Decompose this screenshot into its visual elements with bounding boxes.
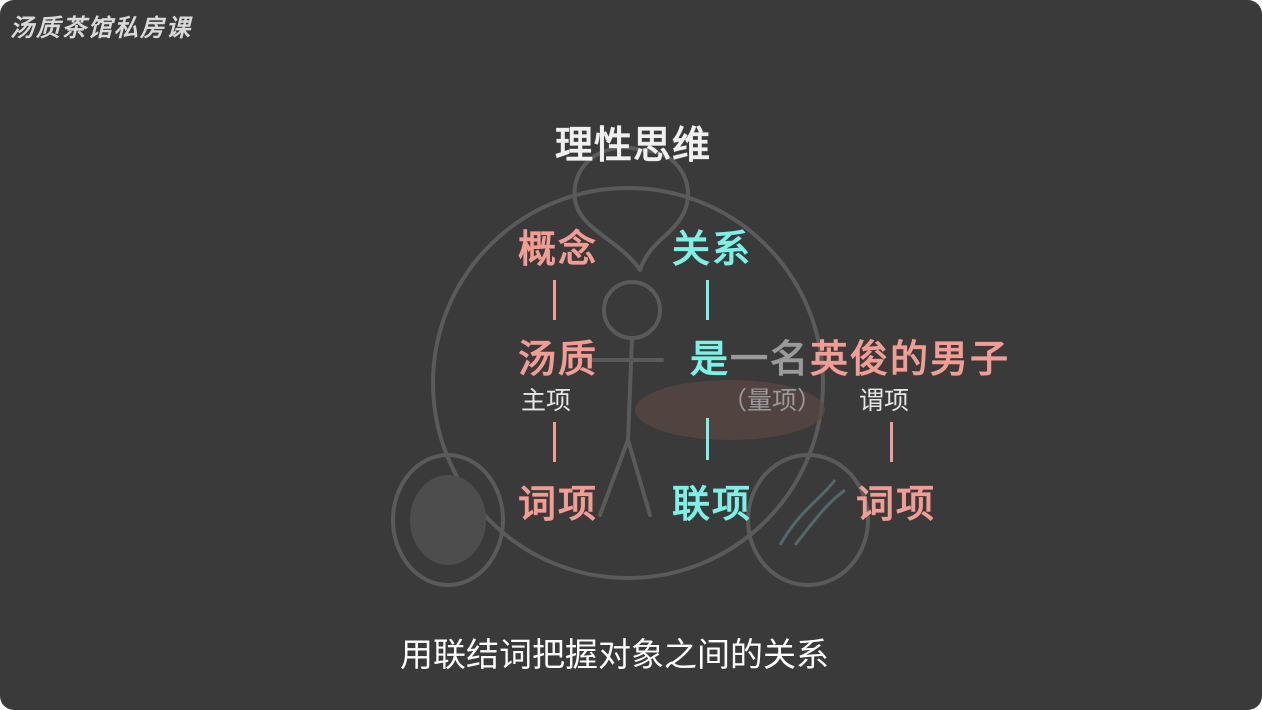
channel-watermark: 汤质茶馆私房课 xyxy=(10,14,192,42)
term-left-label: 词项 xyxy=(518,482,599,526)
quantifier-word: 一名 xyxy=(730,337,811,381)
head-circle xyxy=(602,280,662,340)
term-right-label: 词项 xyxy=(856,482,937,526)
connector-line xyxy=(706,280,709,320)
relation-label: 关系 xyxy=(672,227,753,271)
concept-label: 概念 xyxy=(518,227,599,271)
connector-line xyxy=(706,418,709,460)
copula-word: 是 xyxy=(690,337,731,381)
page-title: 理性思维 xyxy=(555,123,712,167)
brain-doodle xyxy=(410,475,486,565)
quantifier-role-label: （量项） xyxy=(722,386,823,415)
connector-line xyxy=(553,422,556,462)
connector-line xyxy=(553,280,556,320)
sentence: 是一名英俊的男子 xyxy=(690,328,1010,383)
subject-word: 汤质 xyxy=(518,337,599,381)
subtitle-caption: 用联结词把握对象之间的关系 xyxy=(400,635,829,674)
subject-role-label: 主项 xyxy=(521,386,572,415)
connector-line xyxy=(890,422,893,462)
video-frame: 汤质茶馆私房课 理性思维 概念 汤质 主项 词项 关系 是一名英俊的男子 （量项… xyxy=(0,0,1262,710)
background-illustration xyxy=(391,145,870,587)
predicate-word: 英俊的男子 xyxy=(810,337,1011,381)
predicate-role-label: 谓项 xyxy=(859,386,910,415)
copula-term-label: 联项 xyxy=(672,482,753,526)
